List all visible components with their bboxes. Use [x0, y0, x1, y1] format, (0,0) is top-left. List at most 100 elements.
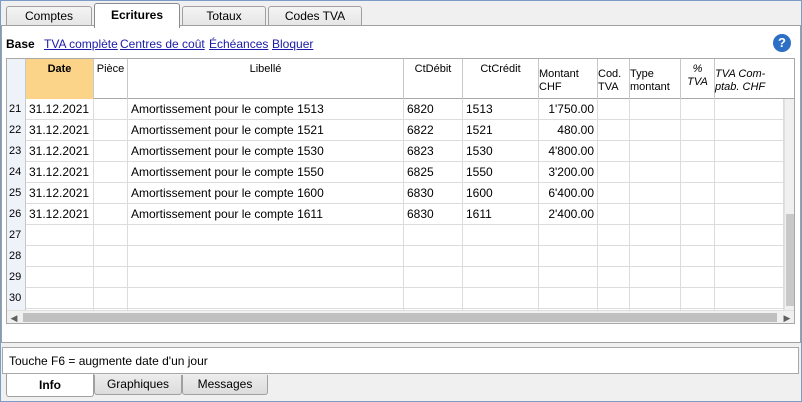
cell-pct-tva[interactable]: [681, 225, 715, 246]
cell-cod-tva[interactable]: [598, 267, 630, 288]
cell-cod-tva[interactable]: [598, 99, 630, 120]
cell-date[interactable]: [26, 225, 94, 246]
cell-tva-comptab[interactable]: [715, 288, 784, 309]
cell-libelle[interactable]: [128, 225, 404, 246]
cell-libelle[interactable]: Amortissement pour le compte 1611: [128, 204, 404, 225]
cell-ctdebit[interactable]: [404, 288, 463, 309]
tab-graphiques[interactable]: Graphiques: [94, 375, 182, 395]
cell-cod-tva[interactable]: [598, 162, 630, 183]
table-row[interactable]: 24 31.12.2021 Amortissement pour le compte…: [7, 162, 794, 183]
cell-libelle[interactable]: [128, 288, 404, 309]
cell-ctdebit[interactable]: 6822: [404, 120, 463, 141]
cell-libelle[interactable]: Amortissement pour le compte 1521: [128, 120, 404, 141]
cell-type-montant[interactable]: [630, 246, 681, 267]
cell-ctcredit[interactable]: [463, 246, 539, 267]
cell-montant[interactable]: [539, 225, 598, 246]
cell-montant[interactable]: 2'400.00: [539, 204, 598, 225]
table-row[interactable]: 26 31.12.2021 Amortissement pour le compte…: [7, 204, 794, 225]
scroll-right-arrow-icon[interactable]: ▶: [780, 311, 794, 323]
scroll-left-arrow-icon[interactable]: ◀: [7, 311, 21, 323]
cell-date[interactable]: 31.12.2021: [26, 162, 94, 183]
cell-piece[interactable]: [94, 267, 128, 288]
tab-comptes[interactable]: Comptes: [6, 6, 92, 27]
table-row[interactable]: 27: [7, 225, 794, 246]
cell-piece[interactable]: [94, 204, 128, 225]
question-mark-icon[interactable]: ?: [773, 34, 791, 52]
cell-libelle[interactable]: Amortissement pour le compte 1600: [128, 183, 404, 204]
cell-tva-comptab[interactable]: [715, 246, 784, 267]
cell-tva-comptab[interactable]: [715, 99, 784, 120]
cell-libelle[interactable]: Amortissement pour le compte 1513: [128, 99, 404, 120]
cell-type-montant[interactable]: [630, 120, 681, 141]
header-montant[interactable]: Montant CHF: [539, 59, 598, 99]
cell-date[interactable]: 31.12.2021: [26, 120, 94, 141]
cell-date[interactable]: [26, 246, 94, 267]
table-row[interactable]: 21 31.12.2021 Amortissement pour le compte…: [7, 99, 794, 120]
view-base[interactable]: Base: [6, 37, 35, 51]
header-ctdebit[interactable]: CtDébit: [404, 59, 463, 99]
cell-ctdebit[interactable]: 6830: [404, 183, 463, 204]
cell-piece[interactable]: [94, 225, 128, 246]
cell-type-montant[interactable]: [630, 183, 681, 204]
cell-ctdebit[interactable]: [404, 246, 463, 267]
cell-type-montant[interactable]: [630, 141, 681, 162]
cell-ctcredit[interactable]: 1550: [463, 162, 539, 183]
cell-type-montant[interactable]: [630, 204, 681, 225]
tab-messages[interactable]: Messages: [182, 375, 268, 395]
cell-pct-tva[interactable]: [681, 288, 715, 309]
cell-piece[interactable]: [94, 120, 128, 141]
cell-piece[interactable]: [94, 99, 128, 120]
cell-libelle[interactable]: Amortissement pour le compte 1530: [128, 141, 404, 162]
cell-tva-comptab[interactable]: [715, 225, 784, 246]
cell-ctdebit[interactable]: 6830: [404, 204, 463, 225]
cell-libelle[interactable]: [128, 246, 404, 267]
cell-type-montant[interactable]: [630, 267, 681, 288]
cell-ctcredit[interactable]: [463, 267, 539, 288]
cell-pct-tva[interactable]: [681, 183, 715, 204]
cell-pct-tva[interactable]: [681, 99, 715, 120]
cell-ctcredit[interactable]: [463, 225, 539, 246]
cell-ctcredit[interactable]: 1600: [463, 183, 539, 204]
table-row[interactable]: 29: [7, 267, 794, 288]
vertical-scroll-thumb[interactable]: [786, 214, 794, 306]
table-row[interactable]: 25 31.12.2021 Amortissement pour le compte…: [7, 183, 794, 204]
cell-date[interactable]: 31.12.2021: [26, 141, 94, 162]
tab-ecritures[interactable]: Ecritures: [94, 3, 180, 28]
cell-tva-comptab[interactable]: [715, 183, 784, 204]
table-row[interactable]: 28: [7, 246, 794, 267]
tab-totaux[interactable]: Totaux: [182, 6, 266, 27]
cell-libelle[interactable]: Amortissement pour le compte 1550: [128, 162, 404, 183]
cell-type-montant[interactable]: [630, 99, 681, 120]
tab-info[interactable]: Info: [6, 374, 94, 397]
table-row[interactable]: 23 31.12.2021 Amortissement pour le compte…: [7, 141, 794, 162]
view-echeances[interactable]: Échéances: [209, 37, 268, 51]
cell-type-montant[interactable]: [630, 288, 681, 309]
cell-ctcredit[interactable]: 1521: [463, 120, 539, 141]
header-date[interactable]: Date: [26, 59, 94, 99]
cell-date[interactable]: 31.12.2021: [26, 183, 94, 204]
tab-codes-tva[interactable]: Codes TVA: [268, 6, 362, 27]
header-ctcredit[interactable]: CtCrédit: [463, 59, 539, 99]
cell-tva-comptab[interactable]: [715, 267, 784, 288]
cell-date[interactable]: [26, 267, 94, 288]
cell-date[interactable]: 31.12.2021: [26, 204, 94, 225]
view-bloquer[interactable]: Bloquer: [272, 37, 313, 51]
header-type-montant[interactable]: Type montant: [630, 59, 681, 99]
cell-montant[interactable]: 480.00: [539, 120, 598, 141]
cell-piece[interactable]: [94, 141, 128, 162]
vertical-scrollbar[interactable]: [784, 99, 794, 310]
cell-cod-tva[interactable]: [598, 225, 630, 246]
cell-montant[interactable]: [539, 267, 598, 288]
cell-pct-tva[interactable]: [681, 162, 715, 183]
cell-montant[interactable]: 6'400.00: [539, 183, 598, 204]
cell-pct-tva[interactable]: [681, 120, 715, 141]
cell-cod-tva[interactable]: [598, 246, 630, 267]
cell-ctdebit[interactable]: [404, 267, 463, 288]
cell-tva-comptab[interactable]: [715, 204, 784, 225]
cell-tva-comptab[interactable]: [715, 120, 784, 141]
cell-cod-tva[interactable]: [598, 141, 630, 162]
cell-tva-comptab[interactable]: [715, 141, 784, 162]
cell-ctdebit[interactable]: 6823: [404, 141, 463, 162]
cell-ctcredit[interactable]: [463, 288, 539, 309]
cell-pct-tva[interactable]: [681, 246, 715, 267]
